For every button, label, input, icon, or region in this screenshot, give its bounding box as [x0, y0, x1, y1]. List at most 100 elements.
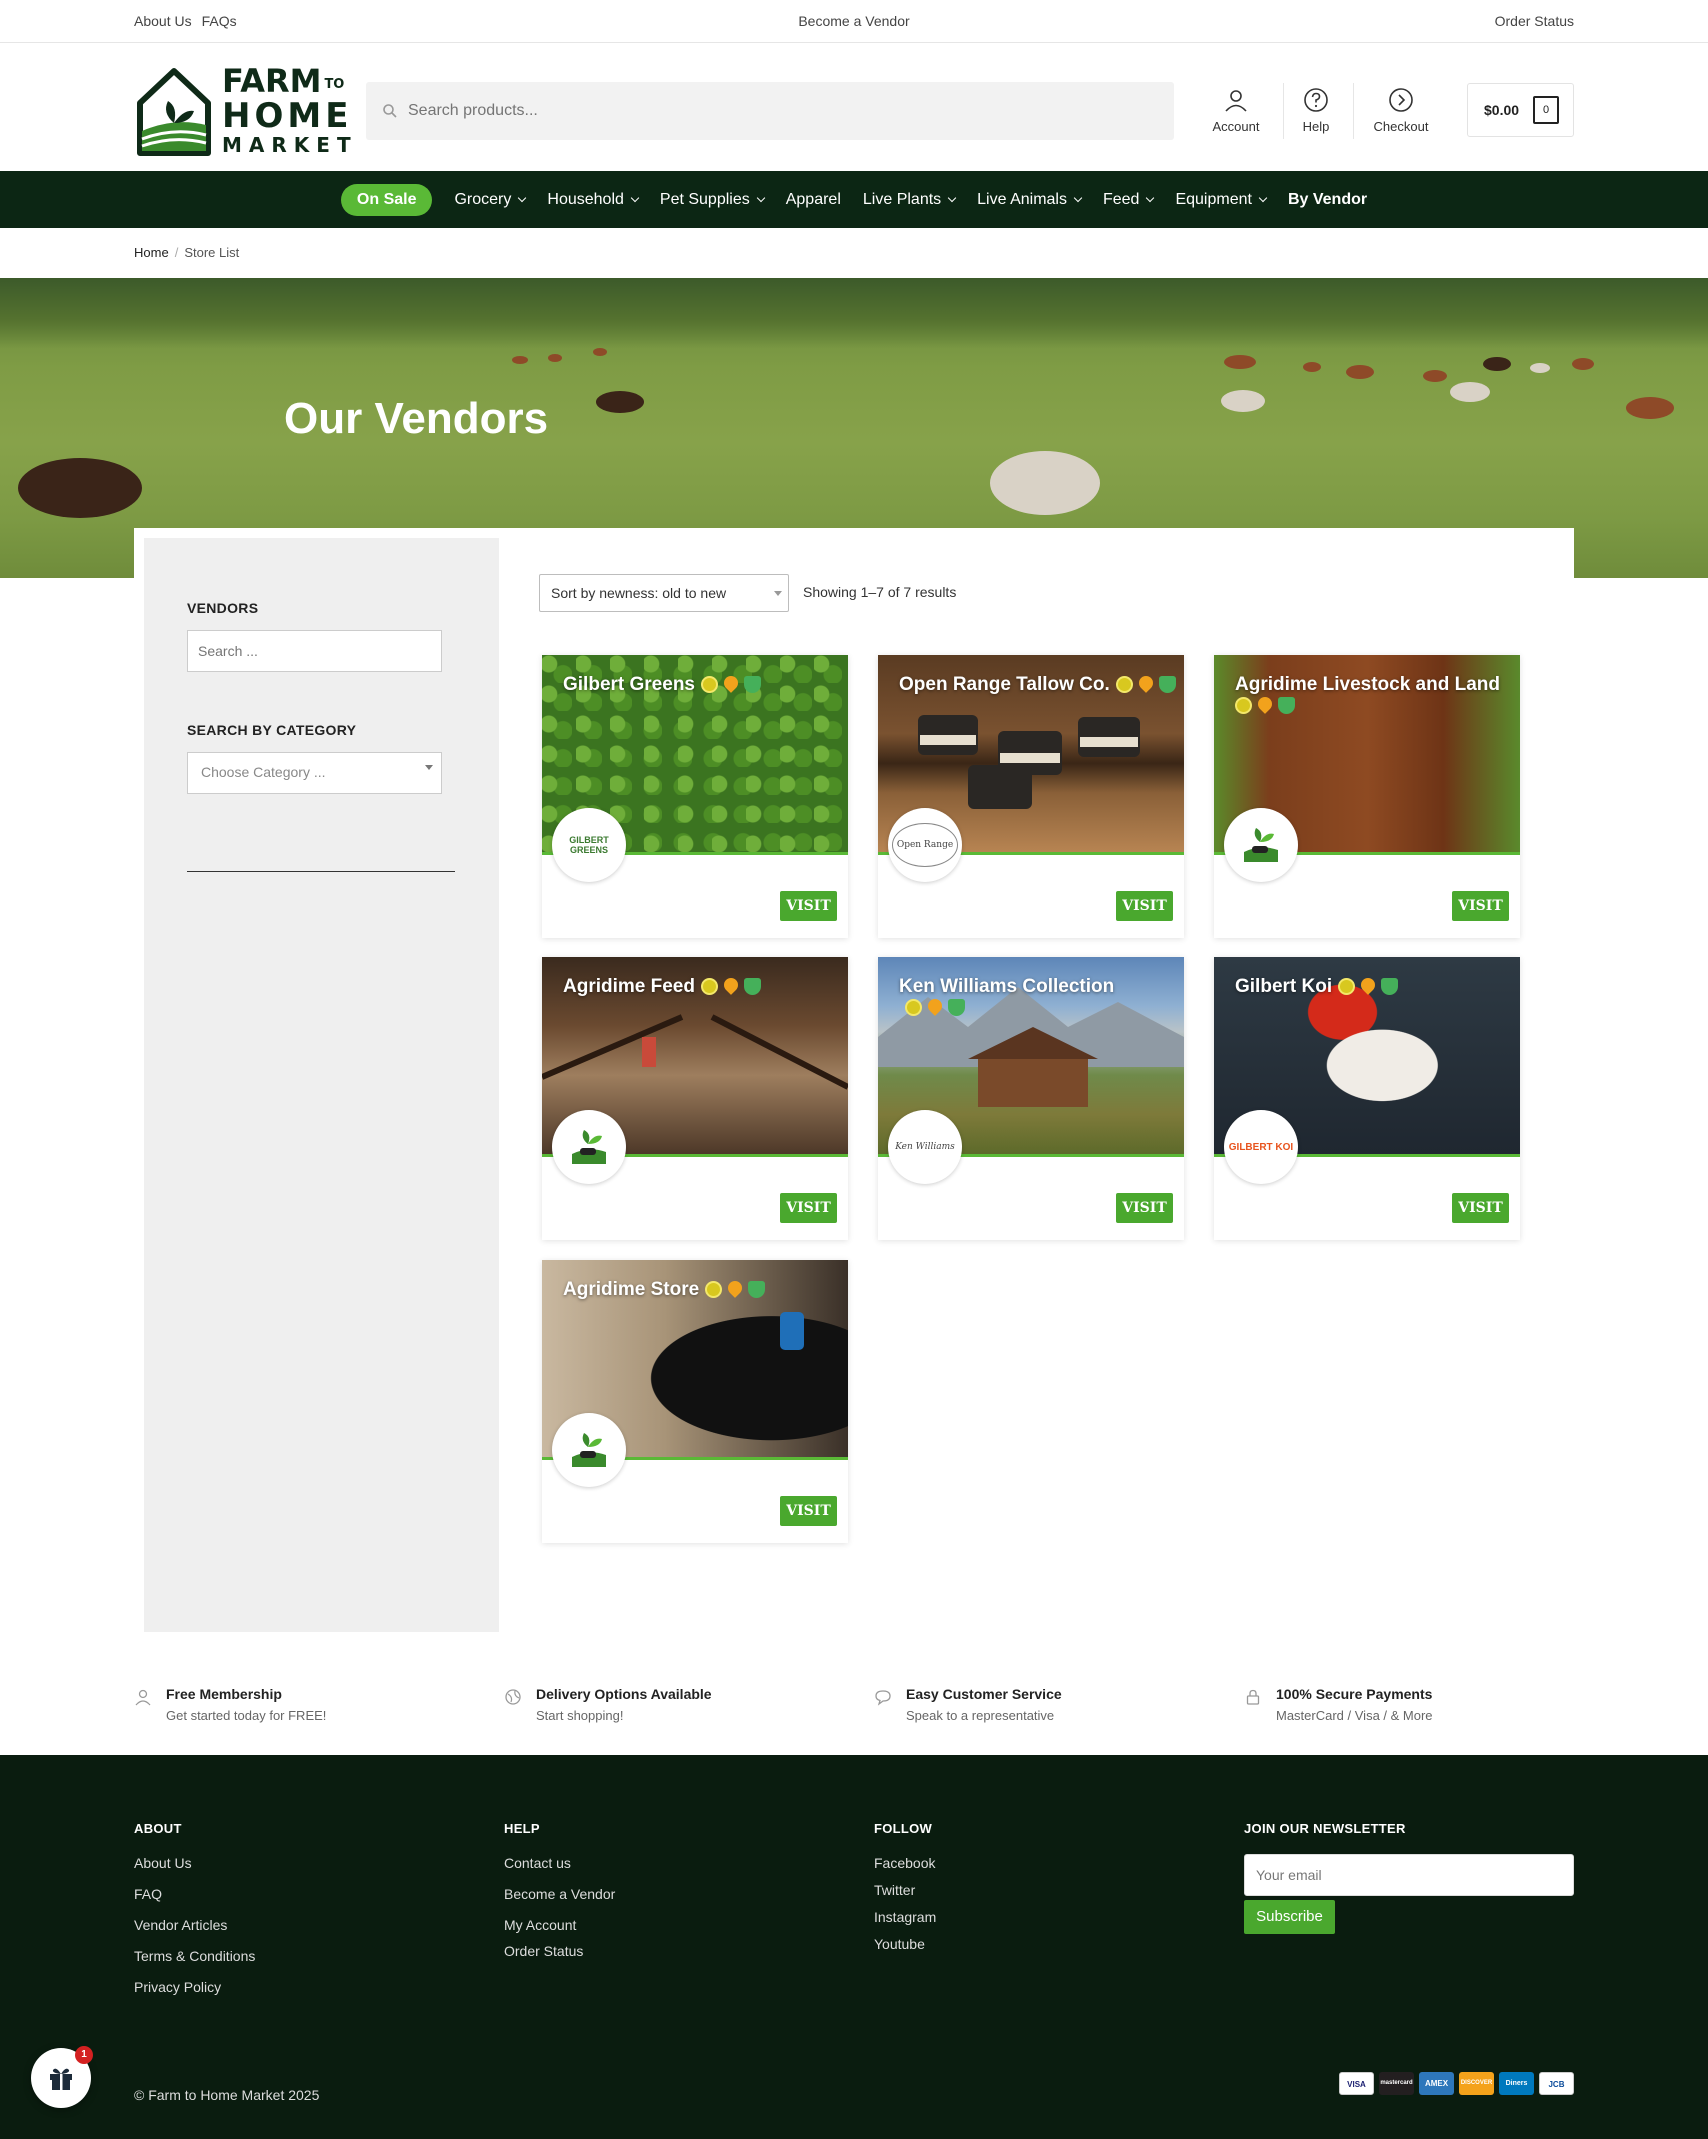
become-vendor-link[interactable]: Become a Vendor: [798, 13, 909, 29]
footer-link[interactable]: Terms & Conditions: [134, 1948, 255, 1964]
category-heading: SEARCH BY CATEGORY: [187, 722, 357, 738]
vendor-name: Agridime Livestock and Land: [1235, 674, 1500, 695]
footer-link[interactable]: Privacy Policy: [134, 1979, 255, 1995]
nav-item-equipment[interactable]: Equipment: [1175, 191, 1268, 209]
visa-icon: VISA: [1339, 2072, 1374, 2095]
nav-item-pet-supplies[interactable]: Pet Supplies: [660, 191, 765, 209]
visit-button[interactable]: VISIT: [1116, 891, 1173, 921]
visit-button[interactable]: VISIT: [1452, 891, 1509, 921]
nav-item-apparel[interactable]: Apparel: [786, 191, 841, 209]
vendor-card[interactable]: Gilbert Koi GILBERT KOI VISIT: [1214, 957, 1520, 1240]
newsletter-email-input[interactable]: Your email: [1244, 1854, 1574, 1896]
footer-link[interactable]: Vendor Articles: [134, 1917, 255, 1933]
cart-bag-icon: 0: [1533, 96, 1560, 124]
vendor-badges: [1338, 975, 1399, 996]
vendor-card[interactable]: Gilbert Greens GILBERT GREENS VISIT: [542, 655, 848, 938]
breadcrumb: Home / Store List: [134, 245, 239, 260]
account-link[interactable]: Account: [1201, 87, 1271, 134]
features-strip: Free Membership Get started today for FR…: [0, 1654, 1708, 1754]
vendor-card[interactable]: Open Range Tallow Co. Open Range VISIT: [878, 655, 1184, 938]
chat-icon: [875, 1690, 891, 1706]
agridime-logo-icon: [1244, 828, 1278, 862]
chevron-down-icon: [1073, 193, 1083, 202]
footer-link[interactable]: Youtube: [874, 1936, 936, 1952]
order-status-link[interactable]: Order Status: [1495, 13, 1574, 29]
footer-link[interactable]: Twitter: [874, 1882, 936, 1898]
gold-badge-icon: [1235, 697, 1252, 715]
footer-link[interactable]: Facebook: [874, 1855, 936, 1871]
footer-link[interactable]: Contact us: [504, 1855, 615, 1871]
page-title: Our Vendors: [284, 394, 549, 443]
vendor-card[interactable]: Ken Williams Collection Ken Williams VIS…: [878, 957, 1184, 1240]
category-select[interactable]: Choose Category ...: [187, 752, 442, 794]
gold-badge-icon: [701, 676, 718, 694]
nav-item-household[interactable]: Household: [547, 191, 640, 209]
nav-item-by-vendor[interactable]: By Vendor: [1288, 191, 1367, 209]
vendor-card[interactable]: Agridime Feed VISIT: [542, 957, 848, 1240]
vendor-badges: [705, 1278, 766, 1299]
visit-button[interactable]: VISIT: [780, 1193, 837, 1223]
nav-item-label: Live Animals: [977, 190, 1067, 208]
breadcrumb-separator: /: [174, 245, 179, 260]
product-search[interactable]: [366, 82, 1174, 140]
breadcrumb-home[interactable]: Home: [134, 245, 169, 260]
chevron-down-icon: [756, 193, 765, 202]
agridime-logo-icon: [572, 1130, 606, 1164]
chevron-down-icon: [1258, 193, 1268, 202]
vendor-card[interactable]: Agridime Store VISIT: [542, 1260, 848, 1543]
site-logo[interactable]: FARM TO HOME MARKET: [134, 62, 351, 157]
category-select-value: Choose Category ...: [201, 764, 326, 780]
vendor-logo-text: Ken Williams: [895, 1142, 955, 1152]
sort-select[interactable]: Sort by newness: old to new: [539, 574, 789, 612]
jcb-icon: JCB: [1539, 2072, 1574, 2095]
shield-check-icon: [1158, 676, 1176, 694]
vendor-name: Agridime Store: [563, 1279, 700, 1300]
nav-item-live-plants[interactable]: Live Plants: [863, 191, 957, 209]
vendor-logo: GILBERT GREENS: [552, 808, 626, 882]
vendor-search-input[interactable]: [187, 630, 442, 672]
chevron-down-icon: [630, 193, 640, 202]
help-link[interactable]: Help: [1281, 87, 1351, 134]
checkout-link[interactable]: Checkout: [1366, 87, 1436, 134]
gold-badge-icon: [905, 999, 922, 1017]
gold-badge-icon: [700, 978, 718, 996]
visit-button[interactable]: VISIT: [1116, 1193, 1173, 1223]
nav-item-label: Apparel: [785, 190, 841, 208]
visit-button[interactable]: VISIT: [780, 891, 837, 921]
vendor-logo: [552, 1413, 626, 1487]
nav-item-live-animals[interactable]: Live Animals: [977, 190, 1083, 209]
search-input[interactable]: [408, 102, 1108, 120]
gift-count-badge: 1: [75, 2046, 93, 2064]
nav-item-label: Grocery: [454, 190, 512, 208]
footer-link[interactable]: My Account: [504, 1917, 615, 1933]
mastercard-icon: mastercard: [1379, 2072, 1414, 2095]
footer-heading: JOIN OUR NEWSLETTER: [1244, 1821, 1406, 1836]
footer-link[interactable]: Instagram: [874, 1909, 936, 1925]
shield-check-icon: [1381, 978, 1399, 996]
results-count: Showing 1–7 of 7 results: [803, 584, 957, 600]
footer-link[interactable]: Order Status: [504, 1943, 615, 1959]
discover-icon: DISCOVER: [1459, 2072, 1494, 2095]
shield-check-icon: [744, 676, 761, 694]
vendor-name: Open Range Tallow Co.: [899, 674, 1110, 695]
footer-link[interactable]: About Us: [134, 1855, 255, 1871]
logo-word-market: MARKET: [222, 133, 358, 157]
vendor-name: Gilbert Koi: [1235, 976, 1333, 997]
vendor-badges: [905, 996, 965, 1017]
nav-on-sale[interactable]: On Sale: [340, 183, 433, 216]
nav-item-grocery[interactable]: Grocery: [454, 190, 527, 209]
footer-link[interactable]: FAQ: [134, 1886, 255, 1902]
visit-button[interactable]: VISIT: [1452, 1193, 1509, 1223]
subscribe-button[interactable]: Subscribe: [1244, 1900, 1335, 1934]
gift-widget-button[interactable]: 1: [31, 2046, 93, 2108]
vendor-card[interactable]: Agridime Livestock and Land VISIT: [1214, 655, 1520, 938]
feature-secure-payments: 100% Secure Payments MasterCard / Visa /…: [1246, 1686, 1433, 1723]
feature-subtitle: Get started today for FREE!: [166, 1708, 327, 1723]
nav-item-feed[interactable]: Feed: [1103, 191, 1155, 209]
logo-word-farm: FARM: [222, 62, 322, 100]
feature-subtitle: MasterCard / Visa / & More: [1276, 1708, 1433, 1723]
heart-badge-icon: [1135, 673, 1156, 694]
visit-button[interactable]: VISIT: [780, 1496, 837, 1526]
cart-button[interactable]: $0.00 0: [1467, 83, 1574, 137]
footer-link[interactable]: Become a Vendor: [504, 1886, 615, 1902]
